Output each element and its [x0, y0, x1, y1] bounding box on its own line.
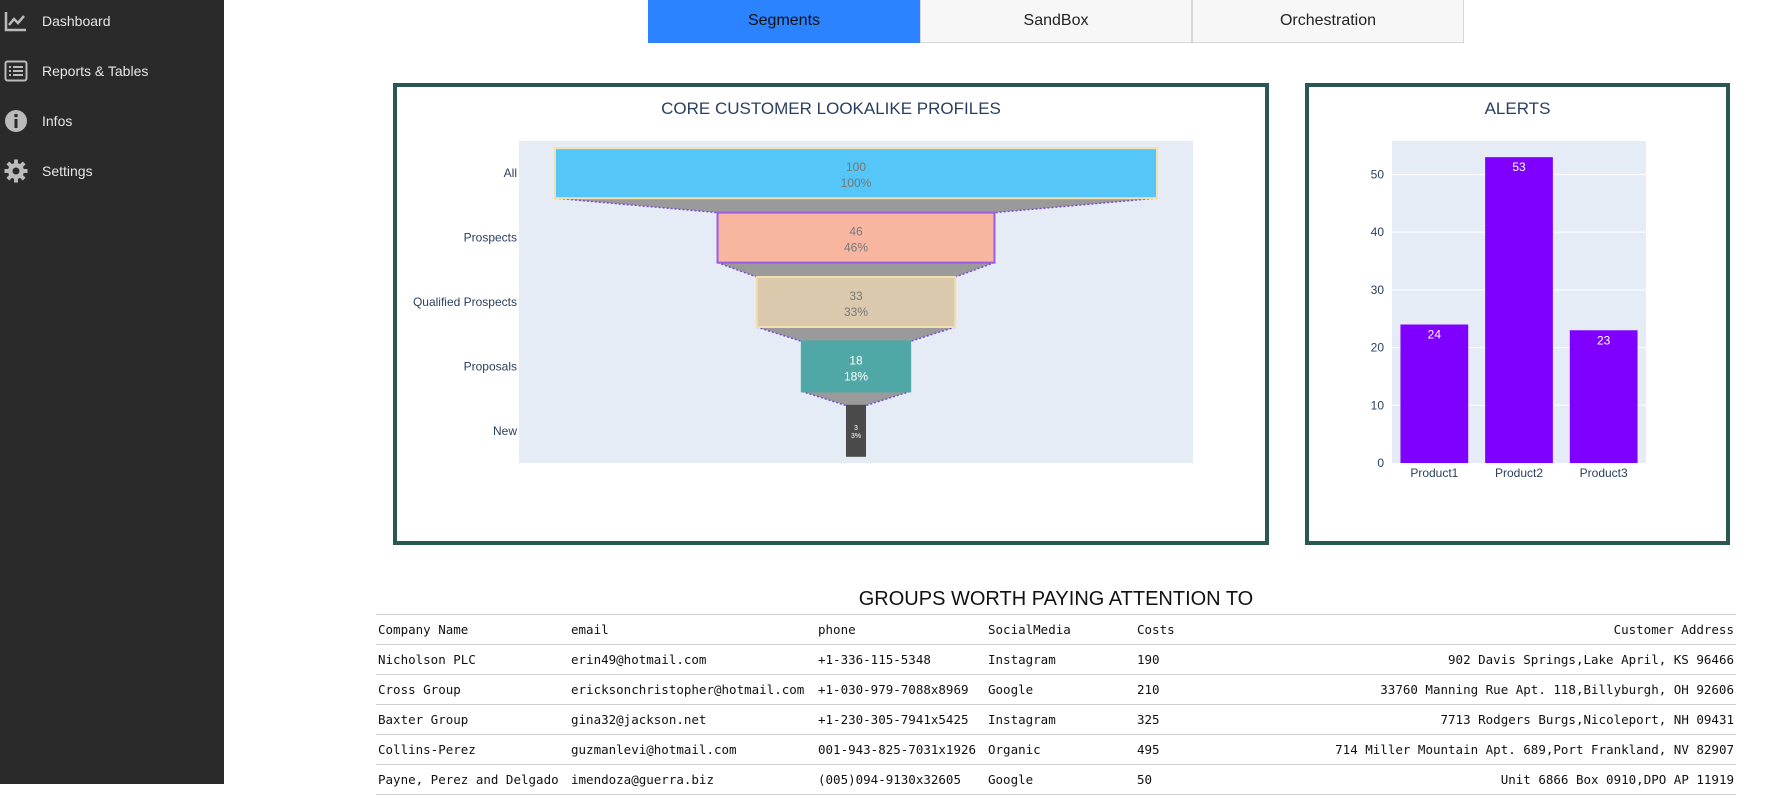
- table-cell: (005)094-9130x32605: [816, 764, 986, 795]
- y-tick-label: 30: [1371, 283, 1385, 297]
- table-row[interactable]: Nicholson PLC erin49@hotmail.com +1-336-11…: [376, 644, 1736, 675]
- table-section-title: GROUPS WORTH PAYING ATTENTION TO: [858, 588, 1254, 610]
- table-cell: 902 Davis Springs,Lake April, KS 96466: [1285, 644, 1736, 675]
- table-cell: guzmanlevi@hotmail.com: [569, 734, 816, 765]
- x-tick-label: Product1: [1410, 466, 1458, 480]
- y-tick-label: 40: [1371, 225, 1385, 239]
- funnel-connector: [717, 262, 995, 277]
- column-header[interactable]: email: [569, 614, 816, 645]
- table-cell: +1-030-979-7088x8969: [816, 674, 986, 705]
- table-cell: Baxter Group: [376, 704, 569, 735]
- y-tick-label: 10: [1371, 398, 1385, 412]
- table-cell: Payne, Perez and Delgado: [376, 764, 569, 795]
- sidebar-item-label: Settings: [42, 163, 93, 179]
- table-cell: +1-336-115-5348: [816, 644, 986, 675]
- funnel-category-label: Qualified Prospects: [413, 295, 517, 309]
- alerts-card: ALERTS 0 10 20 30 40 50 24 Product1 53 Product2 23…: [1305, 83, 1730, 545]
- sidebar-item-reports[interactable]: Reports & Tables: [0, 51, 224, 91]
- funnel-category-label: Proposals: [464, 359, 517, 373]
- tab-bar: Segments SandBox Orchestration: [648, 0, 1464, 43]
- table-header-row: Company Name email phone SocialMedia Cos…: [376, 614, 1736, 645]
- table-cell: imendoza@guerra.biz: [569, 764, 816, 795]
- table-cell: 495: [1135, 734, 1285, 765]
- table-cell: 325: [1135, 704, 1285, 735]
- column-header[interactable]: Customer Address: [1285, 614, 1736, 645]
- table-cell: 001-943-825-7031x1926: [816, 734, 986, 765]
- tab-orchestration[interactable]: Orchestration: [1192, 0, 1464, 43]
- gear-icon: [4, 159, 28, 183]
- table-cell: 190: [1135, 644, 1285, 675]
- table-cell: 50: [1135, 764, 1285, 795]
- table-cell: ericksonchristopher@hotmail.com: [569, 674, 816, 705]
- funnel-category-label: All: [504, 166, 517, 180]
- sidebar-item-label: Reports & Tables: [42, 63, 149, 79]
- alert-bar: [1569, 330, 1638, 463]
- funnel-value-label: 46: [849, 225, 863, 239]
- list-icon: [4, 59, 28, 83]
- table-cell: erin49@hotmail.com: [569, 644, 816, 675]
- funnel-chart: 100100%All4646%Prospects3333%Qualified P…: [413, 141, 1193, 463]
- sidebar-item-settings[interactable]: Settings: [0, 151, 224, 191]
- funnel-percent-label: 3%: [851, 433, 861, 440]
- alert-bar: [1400, 324, 1469, 463]
- funnel-percent-label: 46%: [844, 241, 868, 255]
- alerts-bar-chart: 0 10 20 30 40 50 24 Product1 53 Product2 23 Product…: [1371, 141, 1646, 480]
- table-cell: Instagram: [986, 644, 1135, 675]
- table-cell: Unit 6866 Box 0910,DPO AP 11919: [1285, 764, 1736, 795]
- sidebar-item-dashboard[interactable]: Dashboard: [0, 1, 224, 41]
- table-cell: gina32@jackson.net: [569, 704, 816, 735]
- funnel-percent-label: 18%: [844, 369, 868, 383]
- bar-value-label: 24: [1428, 328, 1442, 342]
- table-row[interactable]: Cross Group ericksonchristopher@hotmail.c…: [376, 674, 1736, 705]
- table-cell: 33760 Manning Rue Apt. 118,Billyburgh, O…: [1285, 674, 1736, 705]
- table-cell: 7713 Rodgers Burgs,Nicoleport, NH 09431: [1285, 704, 1736, 735]
- sidebar-item-label: Infos: [42, 113, 73, 129]
- funnel-value-label: 18: [849, 353, 863, 367]
- table-cell: Google: [986, 764, 1135, 795]
- table-cell: Instagram: [986, 704, 1135, 735]
- table-cell: Collins-Perez: [376, 734, 569, 765]
- funnel-value-label: 3: [854, 425, 858, 432]
- bar-value-label: 53: [1512, 160, 1526, 174]
- tab-segments[interactable]: Segments: [648, 0, 920, 43]
- table-row[interactable]: Baxter Group gina32@jackson.net +1-230-305…: [376, 704, 1736, 735]
- table-row[interactable]: Collins-Perez guzmanlevi@hotmail.com 001-9…: [376, 734, 1736, 765]
- sidebar-item-infos[interactable]: Infos: [0, 101, 224, 141]
- groups-table: Company Name email phone SocialMedia Cos…: [376, 614, 1736, 795]
- table-cell: Nicholson PLC: [376, 644, 569, 675]
- column-header[interactable]: Company Name: [376, 614, 569, 645]
- funnel-percent-label: 33%: [844, 305, 868, 319]
- funnel-category-label: Prospects: [464, 231, 517, 245]
- funnel-card: CORE CUSTOMER LOOKALIKE PROFILES 100 100%…: [393, 83, 1269, 545]
- table-cell: Google: [986, 674, 1135, 705]
- alert-bar: [1485, 157, 1553, 463]
- x-tick-label: Product2: [1495, 466, 1543, 480]
- table-cell: +1-230-305-7941x5425: [816, 704, 986, 735]
- y-tick-label: 50: [1371, 167, 1385, 181]
- column-header[interactable]: SocialMedia: [986, 614, 1135, 645]
- info-icon: [4, 109, 28, 133]
- y-tick-label: 0: [1377, 456, 1384, 470]
- tab-sandbox[interactable]: SandBox: [920, 0, 1192, 43]
- column-header[interactable]: Costs: [1135, 614, 1285, 645]
- column-header[interactable]: phone: [816, 614, 986, 645]
- funnel-value-label: 100: [846, 160, 866, 174]
- sidebar-item-label: Dashboard: [42, 13, 111, 29]
- funnel-percent-label: 100%: [841, 176, 872, 190]
- sidebar: Dashboard Reports & Tables Infos Setting…: [0, 0, 224, 784]
- table-row[interactable]: Payne, Perez and Delgado imendoza@guerra.…: [376, 764, 1736, 795]
- table-cell: Organic: [986, 734, 1135, 765]
- bar-value-label: 23: [1597, 333, 1611, 347]
- funnel-category-label: New: [493, 424, 517, 438]
- table-cell: 210: [1135, 674, 1285, 705]
- table-cell: 714 Miller Mountain Apt. 689,Port Frankl…: [1285, 734, 1736, 765]
- x-tick-label: Product3: [1580, 466, 1628, 480]
- table-cell: Cross Group: [376, 674, 569, 705]
- funnel-value-label: 33: [849, 289, 863, 303]
- chart-line-icon: [4, 9, 28, 33]
- y-tick-label: 20: [1371, 341, 1385, 355]
